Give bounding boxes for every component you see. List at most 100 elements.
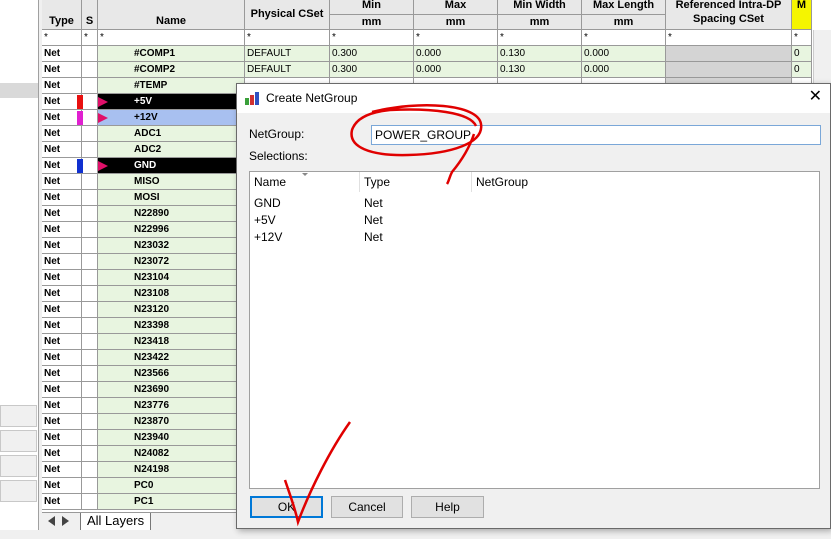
- cell-name-mosi[interactable]: MOSI: [98, 190, 245, 206]
- cell-type[interactable]: Net: [42, 414, 82, 430]
- cell-s[interactable]: [82, 254, 98, 270]
- cell-name-gnd[interactable]: GND: [98, 158, 245, 174]
- cell-s[interactable]: [82, 78, 98, 94]
- cell-cset[interactable]: DEFAULT: [245, 62, 330, 78]
- cell-type[interactable]: Net: [42, 494, 82, 510]
- cell-type[interactable]: Net: [42, 62, 82, 78]
- cell-name-n22890[interactable]: N22890: [98, 206, 245, 222]
- cell-name-n23690[interactable]: N23690: [98, 382, 245, 398]
- cell-s[interactable]: [82, 158, 98, 174]
- cell-s[interactable]: [82, 366, 98, 382]
- cell-last[interactable]: 0: [792, 46, 812, 62]
- filter-s[interactable]: *: [82, 30, 98, 46]
- cell-type[interactable]: Net: [42, 174, 82, 190]
- cell-type[interactable]: Net: [42, 430, 82, 446]
- cell-s[interactable]: [82, 446, 98, 462]
- tab-scroll-right-icon[interactable]: [62, 516, 69, 526]
- header-min[interactable]: Min mm: [330, 0, 414, 30]
- tab-scroll-left-icon[interactable]: [48, 516, 55, 526]
- cell-s[interactable]: [82, 222, 98, 238]
- filter-max[interactable]: *: [414, 30, 498, 46]
- cell-type[interactable]: Net: [42, 254, 82, 270]
- cell-s[interactable]: [82, 238, 98, 254]
- cancel-button[interactable]: Cancel: [331, 496, 403, 518]
- header-physical-cset[interactable]: Physical CSet: [245, 0, 330, 30]
- cell-name-miso[interactable]: MISO: [98, 174, 245, 190]
- cell-type[interactable]: Net: [42, 46, 82, 62]
- left-panel-selected-item[interactable]: [0, 83, 38, 98]
- cell-type[interactable]: Net: [42, 382, 82, 398]
- tab-all-layers[interactable]: All Layers: [80, 513, 152, 531]
- filter-max-length[interactable]: *: [582, 30, 666, 46]
- cell-maxl[interactable]: 0.000: [582, 62, 666, 78]
- cell-s[interactable]: [82, 478, 98, 494]
- cell-type[interactable]: Net: [42, 398, 82, 414]
- header-last-column[interactable]: M: [792, 0, 812, 30]
- filter-min[interactable]: *: [330, 30, 414, 46]
- cell-cset[interactable]: DEFAULT: [245, 46, 330, 62]
- cell-type[interactable]: Net: [42, 286, 82, 302]
- cell-s[interactable]: [82, 46, 98, 62]
- cell-s[interactable]: [82, 142, 98, 158]
- left-panel-button-1[interactable]: [0, 405, 37, 427]
- cell-name-n23120[interactable]: N23120: [98, 302, 245, 318]
- cell-name-n23104[interactable]: N23104: [98, 270, 245, 286]
- cell-name-n23108[interactable]: N23108: [98, 286, 245, 302]
- header-max-length[interactable]: Max Length mm: [582, 0, 666, 30]
- cell-type[interactable]: Net: [42, 270, 82, 286]
- cell-name-adc2[interactable]: ADC2: [98, 142, 245, 158]
- cell-name-n23566[interactable]: N23566: [98, 366, 245, 382]
- cell-s[interactable]: [82, 302, 98, 318]
- filter-last-col[interactable]: *: [792, 30, 812, 46]
- cell-name-n23072[interactable]: N23072: [98, 254, 245, 270]
- cell-s[interactable]: [82, 94, 98, 110]
- col-header-type[interactable]: Type: [360, 172, 472, 192]
- cell-name-n24082[interactable]: N24082: [98, 446, 245, 462]
- close-icon[interactable]: ✕: [809, 89, 822, 105]
- cell-name-pc1[interactable]: PC1: [98, 494, 245, 510]
- header-name[interactable]: Name: [98, 0, 245, 30]
- list-item[interactable]: +12V Net: [250, 229, 819, 246]
- left-panel-button-2[interactable]: [0, 430, 37, 452]
- cell-type[interactable]: Net: [42, 158, 82, 174]
- filter-physical-cset[interactable]: *: [245, 30, 330, 46]
- filter-name[interactable]: *: [98, 30, 245, 46]
- cell-minw[interactable]: 0.130: [498, 62, 582, 78]
- cell-name-adc1[interactable]: ADC1: [98, 126, 245, 142]
- cell-name-comp1[interactable]: #COMP1: [98, 46, 245, 62]
- cell-name-comp2[interactable]: #COMP2: [98, 62, 245, 78]
- cell-name-n22996[interactable]: N22996: [98, 222, 245, 238]
- cell-type[interactable]: Net: [42, 222, 82, 238]
- selections-list[interactable]: Name Type NetGroup GND Net +5V Net +12V …: [249, 171, 820, 489]
- cell-type[interactable]: Net: [42, 366, 82, 382]
- cell-type[interactable]: Net: [42, 110, 82, 126]
- cell-min[interactable]: 0.300: [330, 62, 414, 78]
- cell-s[interactable]: [82, 190, 98, 206]
- list-item[interactable]: +5V Net: [250, 212, 819, 229]
- header-max[interactable]: Max mm: [414, 0, 498, 30]
- header-ref-intra-dp[interactable]: Referenced Intra-DP Spacing CSet: [666, 0, 792, 30]
- ok-button[interactable]: OK: [250, 496, 323, 518]
- cell-type[interactable]: Net: [42, 78, 82, 94]
- dialog-title-bar[interactable]: Create NetGroup ✕: [237, 84, 830, 113]
- netgroup-name-input[interactable]: [371, 125, 821, 145]
- cell-max[interactable]: 0.000: [414, 46, 498, 62]
- cell-s[interactable]: [82, 174, 98, 190]
- cell-type[interactable]: Net: [42, 350, 82, 366]
- cell-s[interactable]: [82, 334, 98, 350]
- cell-type[interactable]: Net: [42, 446, 82, 462]
- cell-s[interactable]: [82, 430, 98, 446]
- cell-s[interactable]: [82, 318, 98, 334]
- cell-name-temp[interactable]: #TEMP: [98, 78, 245, 94]
- filter-type[interactable]: *: [42, 30, 82, 46]
- cell-name-12v[interactable]: +12V: [98, 110, 245, 126]
- cell-s[interactable]: [82, 286, 98, 302]
- cell-minw[interactable]: 0.130: [498, 46, 582, 62]
- cell-s[interactable]: [82, 110, 98, 126]
- cell-maxl[interactable]: 0.000: [582, 46, 666, 62]
- cell-type[interactable]: Net: [42, 94, 82, 110]
- cell-name-n23940[interactable]: N23940: [98, 430, 245, 446]
- header-min-width[interactable]: Min Width mm: [498, 0, 582, 30]
- cell-max[interactable]: 0.000: [414, 62, 498, 78]
- cell-s[interactable]: [82, 270, 98, 286]
